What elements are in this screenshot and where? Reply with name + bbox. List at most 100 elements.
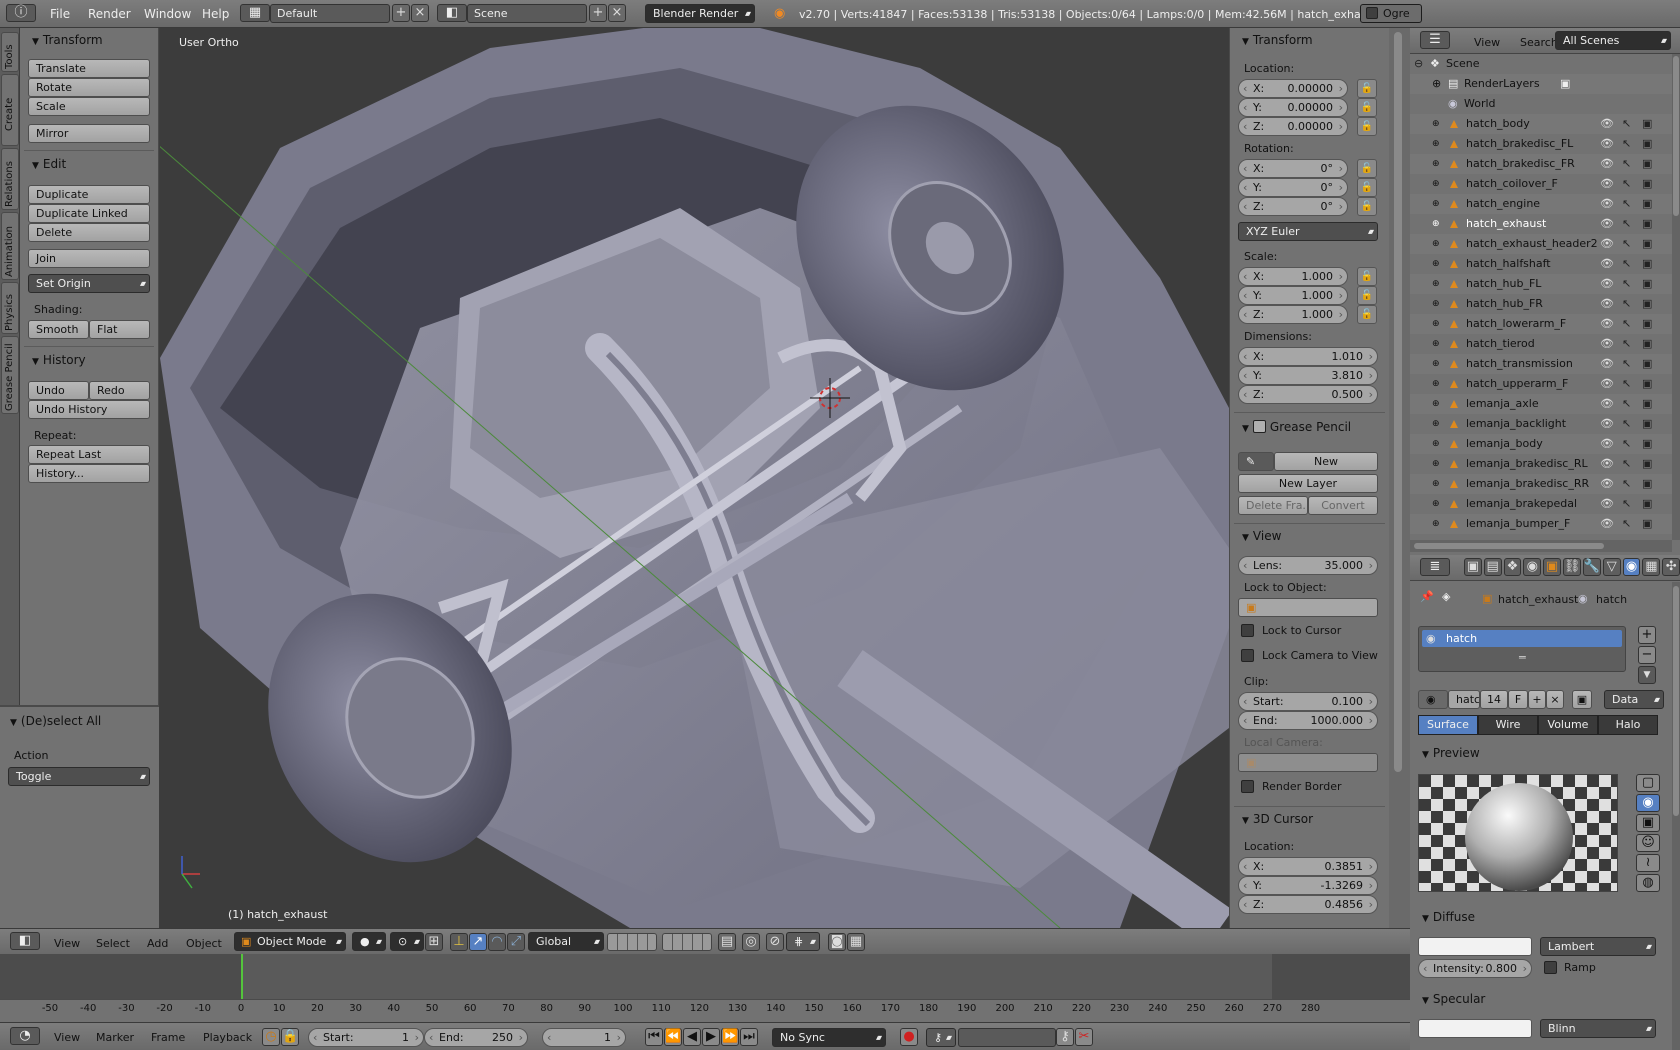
undo-history-button[interactable]: Undo History (28, 400, 150, 419)
eye-icon[interactable]: 👁 (1600, 354, 1614, 374)
orientation-select[interactable]: Global (528, 932, 604, 951)
vh-menu-add[interactable]: Add (147, 937, 168, 950)
set-origin-select[interactable]: Set Origin (28, 274, 150, 293)
gp-delete-frame-button[interactable]: Delete Fra... (1238, 496, 1308, 515)
cursor-panel-header[interactable]: ▼ 3D Cursor (1230, 808, 1389, 830)
render-toggle-icon[interactable]: ▣ (1642, 154, 1652, 174)
mode-select[interactable]: ▣ Object Mode (234, 932, 346, 951)
expand-icon[interactable]: ⊕ (1432, 294, 1440, 314)
outliner-scrollbar[interactable] (1672, 54, 1680, 540)
render-toggle-icon[interactable]: ▣ (1642, 334, 1652, 354)
diffuse-header[interactable]: ▼ Diffuse (1410, 906, 1672, 928)
scene-icon[interactable]: ◧ (437, 4, 467, 22)
history-panel-header[interactable]: ▼ History (20, 349, 158, 371)
tree-row-object[interactable]: ⊕ lemanja_axle 👁 ↖ ▣ (1410, 394, 1672, 414)
render-toggle-icon[interactable]: ▣ (1642, 414, 1652, 434)
opengl-animation-icon[interactable]: ▦ (847, 933, 865, 951)
duplicate-button[interactable]: Duplicate (28, 185, 150, 204)
expand-icon[interactable]: ⊕ (1432, 354, 1440, 374)
world-tab-icon[interactable]: ◉ (1523, 558, 1542, 576)
tree-row-object[interactable]: ⊕ lemanja_backlight 👁 ↖ ▣ (1410, 414, 1672, 434)
jump-end-icon[interactable]: ⏭ (740, 1028, 758, 1046)
render-toggle-icon[interactable]: ▣ (1642, 494, 1652, 514)
prev-keyframe-icon[interactable]: ⏪ (664, 1028, 682, 1046)
sync-select[interactable]: No Sync (772, 1028, 886, 1047)
render-toggle-icon[interactable]: ▣ (1642, 234, 1652, 254)
expand-icon[interactable]: ⊕ (1432, 194, 1440, 214)
add-scene-icon[interactable]: + (589, 4, 607, 22)
layers-grid-b[interactable] (662, 933, 712, 951)
undo-button[interactable]: Undo (28, 381, 89, 400)
vh-menu-select[interactable]: Select (96, 937, 130, 950)
timeline-type-icon[interactable]: ◔ (10, 1027, 40, 1045)
repeat-last-button[interactable]: Repeat Last (28, 445, 150, 464)
render-toggle-icon[interactable]: ▣ (1642, 354, 1652, 374)
opengl-render-icon[interactable]: ◙ (828, 933, 846, 951)
eye-icon[interactable]: 👁 (1600, 134, 1614, 154)
expand-icon[interactable]: ⊕ (1432, 314, 1440, 334)
eye-icon[interactable]: 👁 (1600, 414, 1614, 434)
select-arrow-icon[interactable]: ↖ (1622, 174, 1631, 194)
select-arrow-icon[interactable]: ↖ (1622, 334, 1631, 354)
render-toggle-icon[interactable]: ▣ (1642, 514, 1652, 534)
editor-type-icon[interactable]: ⓘ (6, 4, 36, 22)
material-tab-icon[interactable]: ◉ (1622, 558, 1641, 576)
tab-wire[interactable]: Wire (1478, 715, 1538, 735)
render-toggle-icon[interactable]: ▣ (1642, 434, 1652, 454)
tree-row-object[interactable]: ⊕ hatch_transmission 👁 ↖ ▣ (1410, 354, 1672, 374)
remove-slot-icon[interactable]: − (1638, 646, 1656, 664)
layers-grid-a[interactable] (607, 933, 657, 951)
translate-manipulator-icon[interactable]: ↗ (469, 933, 487, 951)
expand-icon[interactable]: ⊕ (1432, 394, 1440, 414)
rotate-manipulator-icon[interactable]: ◠ (488, 933, 506, 951)
diffuse-shader-select[interactable]: Lambert (1540, 937, 1656, 956)
gp-convert-button[interactable]: Convert (1308, 496, 1378, 515)
flat-preview-icon[interactable]: ▢ (1636, 774, 1660, 792)
action-select[interactable]: Toggle (8, 767, 150, 786)
lock-icon[interactable]: 🔓 (1357, 267, 1377, 286)
expand-icon[interactable]: ⊕ (1432, 134, 1440, 154)
expand-icon[interactable]: ⊕ (1432, 514, 1440, 534)
keying-set-field[interactable] (958, 1028, 1056, 1047)
smooth-button[interactable]: Smooth (28, 320, 89, 339)
tab-surface[interactable]: Surface (1418, 715, 1478, 735)
tree-row-object[interactable]: ⊕ hatch_exhaust_header2 👁 ↖ ▣ (1410, 234, 1672, 254)
lock-icon[interactable]: 🔓 (1357, 79, 1377, 98)
material-name-field[interactable]: hatc (1448, 690, 1480, 709)
select-arrow-icon[interactable]: ↖ (1622, 514, 1631, 534)
cursor-z-field[interactable]: Z: 0.4856 (1238, 895, 1378, 914)
tab-tools[interactable]: Tools (1, 32, 19, 72)
edit-panel-header[interactable]: ▼ Edit (20, 153, 158, 175)
expand-icon[interactable]: ⊕ (1432, 494, 1440, 514)
expand-icon[interactable]: ⊕ (1432, 174, 1440, 194)
gp-new-layer-button[interactable]: New Layer (1238, 474, 1378, 493)
join-button[interactable]: Join (28, 249, 150, 268)
select-arrow-icon[interactable]: ↖ (1622, 194, 1631, 214)
next-keyframe-icon[interactable]: ⏩ (721, 1028, 739, 1046)
scene-field[interactable]: Scene (467, 4, 587, 23)
manipulator-toggle-icon[interactable]: ⊞ (425, 933, 443, 951)
menu-window[interactable]: Window (144, 7, 191, 21)
eye-icon[interactable]: 👁 (1600, 174, 1614, 194)
eye-icon[interactable]: 👁 (1600, 374, 1614, 394)
select-arrow-icon[interactable]: ↖ (1622, 214, 1631, 234)
properties-scrollbar-thumb[interactable] (1673, 586, 1679, 816)
select-arrow-icon[interactable]: ↖ (1622, 154, 1631, 174)
dimension-y-field[interactable]: Y: 3.810 (1238, 366, 1378, 385)
select-arrow-icon[interactable]: ↖ (1622, 114, 1631, 134)
pencil-icon[interactable]: ✎ (1238, 452, 1274, 471)
layout-field[interactable]: Default (270, 4, 390, 23)
render-toggle-icon[interactable]: ▣ (1642, 194, 1652, 214)
ogre-checkbox[interactable] (1366, 7, 1378, 19)
render-toggle-icon[interactable]: ▣ (1642, 314, 1652, 334)
expand-icon[interactable]: ⊕ (1432, 114, 1440, 134)
browse-material-icon[interactable]: ◉ (1418, 690, 1448, 709)
object-tab-icon[interactable]: ▣ (1543, 558, 1561, 576)
clip-end-field[interactable]: End: 1000.000 (1238, 711, 1378, 730)
play-icon[interactable]: ▶ (702, 1028, 720, 1046)
tree-row-object[interactable]: ⊕ hatch_halfshaft 👁 ↖ ▣ (1410, 254, 1672, 274)
eye-icon[interactable]: 👁 (1600, 194, 1614, 214)
tree-row-object[interactable]: ⊕ hatch_hub_FL 👁 ↖ ▣ (1410, 274, 1672, 294)
tree-row-object[interactable]: ⊕ hatch_brakedisc_FL 👁 ↖ ▣ (1410, 134, 1672, 154)
scale-z-field[interactable]: Z: 1.000 (1238, 305, 1348, 324)
